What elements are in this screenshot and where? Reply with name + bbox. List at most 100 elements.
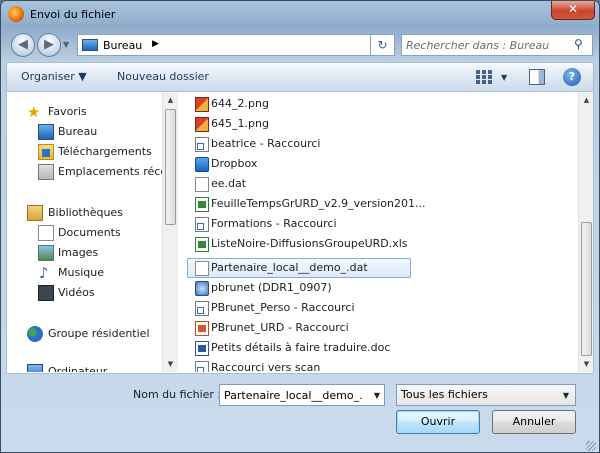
file-name: beatrice - Raccourci	[211, 137, 321, 150]
change-view-icon[interactable]	[475, 69, 495, 85]
filename-input[interactable]	[224, 387, 362, 403]
file-item[interactable]: PBrunet_Perso - Raccourci	[187, 298, 411, 318]
png-icon	[195, 117, 209, 132]
filename-combobox[interactable]: ▼	[219, 384, 385, 406]
downloads-icon	[38, 144, 54, 160]
file-upload-dialog: Envoi du fichier ✕ ◀ ▶ ▼ Bureau ▶ ▼ ↻ ⚲ …	[0, 0, 600, 453]
filetype-dropdown-icon[interactable]: ▼	[563, 391, 569, 400]
file-icon	[195, 261, 209, 276]
open-button[interactable]: Ouvrir	[396, 410, 480, 434]
scroll-down-icon[interactable]: ▼	[579, 356, 593, 372]
sidebar-item-label: Téléchargements	[58, 145, 152, 158]
file-name: PBrunet_URD - Raccourci	[211, 321, 349, 334]
file-item[interactable]: FeuilleTempsGrURD_v2.9_version201...	[187, 194, 425, 214]
file-name: pbrunet (DDR1_0907)	[211, 281, 332, 294]
search-box[interactable]: ⚲	[401, 34, 593, 56]
libraries-icon	[27, 205, 43, 221]
shortcut-icon	[195, 217, 209, 232]
view-options-dropdown-icon[interactable]: ▼	[501, 73, 507, 82]
scroll-up-icon[interactable]: ▲	[579, 92, 593, 108]
cancel-button[interactable]: Annuler	[492, 410, 576, 434]
star-icon: ★	[27, 103, 41, 121]
file-item[interactable]: PBrunet_URD - Raccourci	[187, 318, 411, 338]
resize-grip-icon[interactable]	[586, 441, 596, 451]
search-icon[interactable]: ⚲	[574, 37, 583, 51]
file-item[interactable]: 645_1.png	[187, 114, 411, 134]
file-item[interactable]: pbrunet (DDR1_0907)	[187, 278, 411, 298]
recent-places-icon	[38, 164, 54, 180]
sidebar-item-label: Bibliothèques	[48, 206, 123, 219]
breadcrumb-item-bureau[interactable]: Bureau	[103, 39, 142, 52]
excel-icon	[195, 237, 209, 252]
file-item[interactable]: Formations - Raccourci	[187, 214, 411, 234]
music-icon: ♪	[39, 264, 49, 282]
file-item[interactable]: Dropbox	[187, 154, 411, 174]
file-item[interactable]: ee.dat	[187, 174, 411, 194]
filename-dropdown-icon[interactable]: ▼	[374, 391, 380, 400]
command-toolbar: Organiser ▼ Nouveau dossier ▼ ?	[6, 62, 594, 92]
shortcut-icon	[195, 137, 209, 152]
shortcut-icon	[195, 301, 209, 316]
excel-icon	[195, 197, 209, 212]
shortcut-icon	[195, 321, 209, 336]
file-name: FeuilleTempsGrURD_v2.9_version201...	[211, 197, 426, 210]
sidebar-item-label: Groupe résidentiel	[48, 327, 150, 340]
file-item[interactable]: 644_2.png	[187, 94, 411, 114]
file-name: 645_1.png	[211, 117, 269, 130]
png-icon	[195, 97, 209, 112]
dropbox-icon	[195, 157, 209, 172]
file-name: PBrunet_Perso - Raccourci	[211, 301, 355, 314]
navigation-scrollbar[interactable]: ▲ ▼	[162, 92, 178, 372]
preview-pane-icon[interactable]	[529, 69, 545, 85]
file-name: Petits détails à faire traduire.doc	[211, 341, 391, 354]
breadcrumb-arrow-icon[interactable]: ▶	[152, 39, 159, 49]
filetype-select[interactable]: Tous les fichiers ▼	[396, 384, 576, 406]
firefox-icon	[8, 6, 24, 22]
scroll-up-icon[interactable]: ▲	[163, 92, 178, 108]
organize-button[interactable]: Organiser ▼	[15, 69, 93, 87]
close-button[interactable]: ✕	[551, 1, 595, 20]
scroll-down-icon[interactable]: ▼	[163, 356, 178, 372]
file-name: ListeNoire-DiffusionsGroupeURD.xls	[211, 237, 408, 250]
title-bar: Envoi du fichier ✕	[1, 1, 599, 29]
file-icon	[195, 177, 209, 192]
network-drive-icon	[195, 281, 209, 296]
file-list: 644_2.png 645_1.png beatrice - Raccourci…	[179, 92, 577, 372]
file-list-scrollbar[interactable]: ▲ ▼	[578, 92, 593, 372]
recent-locations-dropdown[interactable]: ▼	[63, 40, 69, 49]
file-item-selected[interactable]: Partenaire_local__demo_.dat	[187, 258, 411, 278]
new-folder-button[interactable]: Nouveau dossier	[111, 69, 215, 87]
scrollbar-thumb[interactable]	[165, 109, 176, 225]
file-item[interactable]: ListeNoire-DiffusionsGroupeURD.xls	[187, 234, 411, 254]
sidebar-item-label: Documents	[58, 226, 121, 239]
refresh-button[interactable]: ↻	[371, 34, 395, 56]
file-item[interactable]: Raccourci vers scan	[187, 358, 411, 372]
shortcut-icon	[195, 361, 209, 372]
sidebar-item-label: Vidéos	[58, 286, 95, 299]
file-item[interactable]: beatrice - Raccourci	[187, 134, 411, 154]
computer-icon	[27, 364, 43, 372]
search-input[interactable]	[406, 37, 570, 53]
documents-icon	[38, 225, 54, 241]
browser-content: ★ Favoris Bureau Téléchargements Emplace…	[6, 92, 594, 374]
address-bar[interactable]: Bureau ▶ ▼	[77, 34, 432, 56]
sidebar-item-label: Bureau	[58, 125, 98, 138]
file-name: Raccourci vers scan	[211, 361, 321, 372]
file-item[interactable]: Petits détails à faire traduire.doc	[187, 338, 411, 358]
sidebar-item-label: Favoris	[48, 105, 87, 118]
filename-label: Nom du fichier :	[133, 388, 222, 401]
scrollbar-thumb[interactable]	[581, 222, 592, 356]
file-name: 644_2.png	[211, 97, 269, 110]
dialog-footer: Nom du fichier : ▼ Tous les fichiers ▼ O…	[1, 374, 599, 452]
videos-icon	[38, 285, 54, 301]
word-icon	[195, 341, 209, 356]
back-button[interactable]: ◀	[11, 33, 35, 57]
forward-button[interactable]: ▶	[37, 33, 61, 57]
filetype-value: Tous les fichiers	[401, 388, 488, 401]
window-title: Envoi du fichier	[30, 8, 116, 21]
sidebar-item-label: Emplacements réce	[58, 165, 165, 178]
file-name: Formations - Raccourci	[211, 217, 337, 230]
help-button[interactable]: ?	[563, 68, 581, 86]
file-name: ee.dat	[211, 177, 247, 190]
sidebar-item-label: Images	[58, 246, 99, 259]
